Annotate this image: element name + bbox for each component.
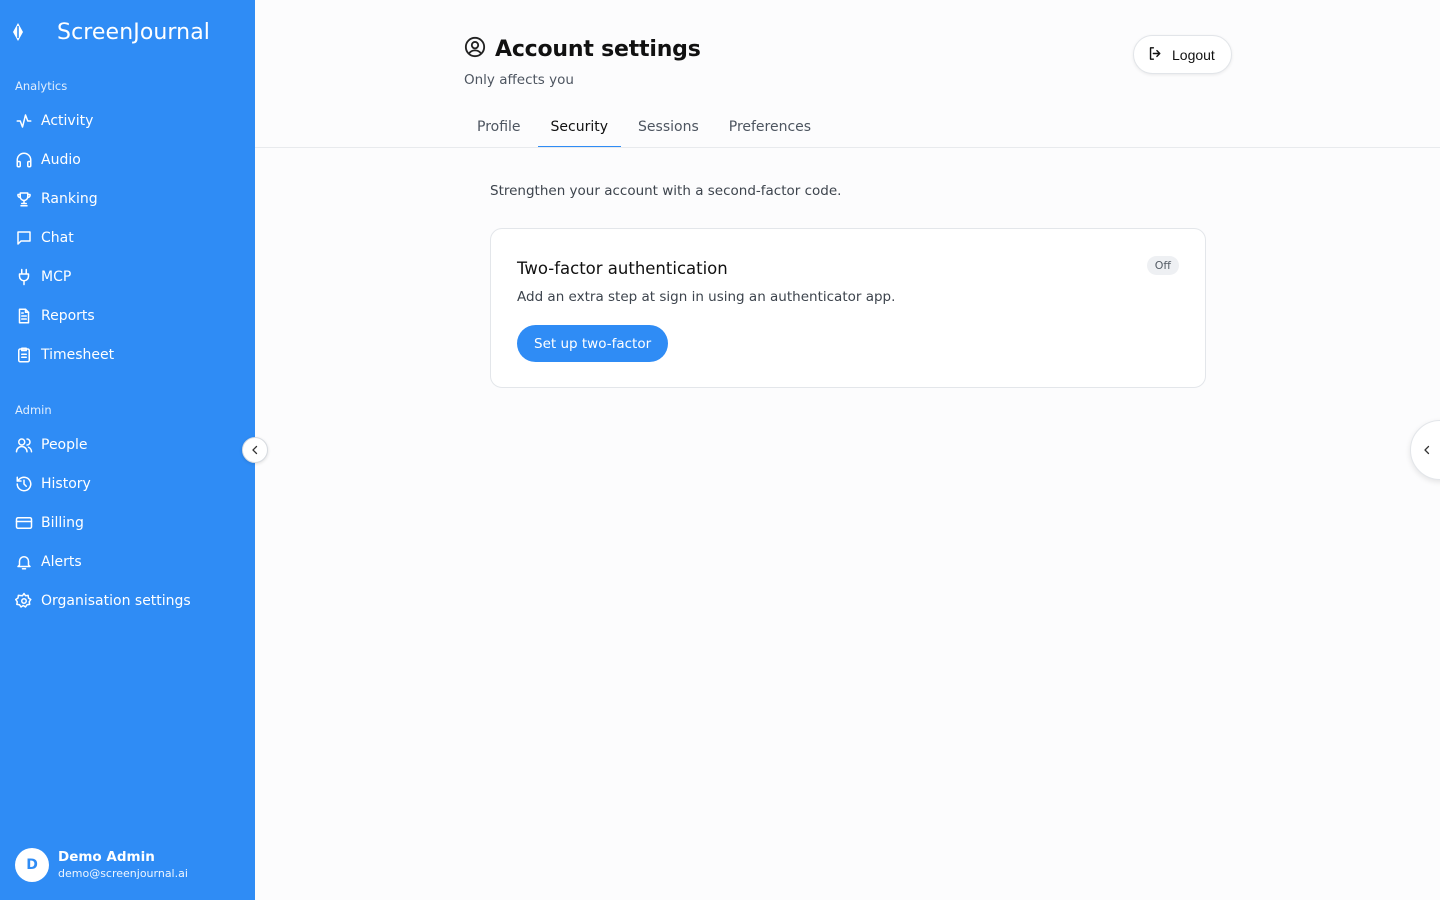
sidebar-item-chat[interactable]: Chat [0, 218, 255, 257]
tab-security[interactable]: Security [537, 108, 622, 148]
sidebar-item-audio[interactable]: Audio [0, 140, 255, 179]
chat-icon [15, 229, 33, 247]
logout-button[interactable]: Logout [1133, 35, 1232, 74]
page-header: Account settings [464, 36, 701, 62]
two-factor-description: Add an extra step at sign in using an au… [517, 289, 896, 305]
document-icon [15, 307, 33, 325]
bell-icon [15, 553, 33, 571]
avatar: D [15, 848, 49, 882]
setup-two-factor-button[interactable]: Set up two-factor [517, 325, 669, 362]
gear-icon [15, 592, 33, 610]
sidebar-item-label: Audio [41, 151, 81, 168]
sidebar-item-people[interactable]: People [0, 425, 255, 464]
sidebar-item-label: Chat [41, 229, 74, 246]
section-label-admin: Admin [15, 403, 52, 417]
sidebar-item-history[interactable]: History [0, 464, 255, 503]
credit-card-icon [15, 514, 33, 532]
sidebar-item-label: Organisation settings [41, 592, 191, 609]
user-circle-icon [464, 36, 486, 62]
sidebar-item-mcp[interactable]: MCP [0, 257, 255, 296]
sidebar-item-label: People [41, 436, 88, 453]
sidebar-item-label: Billing [41, 514, 84, 531]
tab-preferences[interactable]: Preferences [716, 108, 824, 146]
collapse-sidebar-button[interactable] [242, 437, 268, 463]
section-label-analytics: Analytics [15, 79, 68, 93]
chevron-left-icon [249, 441, 261, 460]
status-badge: Off [1146, 256, 1179, 275]
sidebar-item-reports[interactable]: Reports [0, 296, 255, 335]
tab-sessions[interactable]: Sessions [625, 108, 712, 146]
activity-icon [15, 112, 33, 130]
users-icon [15, 436, 33, 454]
sidebar-item-label: Ranking [41, 190, 98, 207]
security-intro: Strengthen your account with a second-fa… [490, 183, 842, 199]
sidebar-item-label: History [41, 475, 91, 492]
logout-icon [1147, 45, 1164, 65]
chevron-left-icon [1421, 441, 1433, 460]
app-name: ScreenJournal [57, 19, 211, 45]
page-subtitle: Only affects you [464, 72, 574, 88]
clipboard-icon [15, 346, 33, 364]
nav-analytics: Activity Audio Ranking Chat MCP Reports … [0, 101, 255, 374]
history-icon [15, 475, 33, 493]
two-factor-card: Two-factor authentication Off Add an ext… [490, 228, 1206, 388]
user-profile[interactable]: D Demo Admin demo@screenjournal.ai [15, 848, 188, 882]
page-title: Account settings [495, 36, 701, 62]
sidebar-item-label: Timesheet [41, 346, 115, 363]
sidebar-item-alerts[interactable]: Alerts [0, 542, 255, 581]
sidebar-item-label: Alerts [41, 553, 82, 570]
logout-label: Logout [1172, 46, 1215, 63]
headphones-icon [15, 151, 33, 169]
sidebar-item-ranking[interactable]: Ranking [0, 179, 255, 218]
tabs-divider [255, 147, 1440, 148]
user-name: Demo Admin [58, 849, 155, 865]
right-panel-toggle[interactable] [1410, 420, 1440, 480]
sidebar-item-label: Activity [41, 112, 94, 129]
sidebar: ScreenJournal Analytics Activity Audio R… [0, 0, 255, 900]
sidebar-item-billing[interactable]: Billing [0, 503, 255, 542]
sidebar-item-label: MCP [41, 268, 72, 285]
settings-tabs: Profile Security Sessions Preferences [464, 108, 828, 148]
sidebar-item-label: Reports [41, 307, 95, 324]
sidebar-item-organisation-settings[interactable]: Organisation settings [0, 581, 255, 620]
nav-admin: People History Billing Alerts Organisati… [0, 425, 255, 620]
sidebar-item-activity[interactable]: Activity [0, 101, 255, 140]
brand[interactable]: ScreenJournal [10, 16, 210, 48]
sidebar-item-timesheet[interactable]: Timesheet [0, 335, 255, 374]
tab-profile[interactable]: Profile [464, 108, 534, 146]
trophy-icon [15, 190, 33, 208]
two-factor-title: Two-factor authentication [517, 259, 728, 278]
user-email: demo@screenjournal.ai [58, 867, 188, 880]
plug-icon [15, 268, 33, 286]
logo-icon [10, 21, 26, 43]
